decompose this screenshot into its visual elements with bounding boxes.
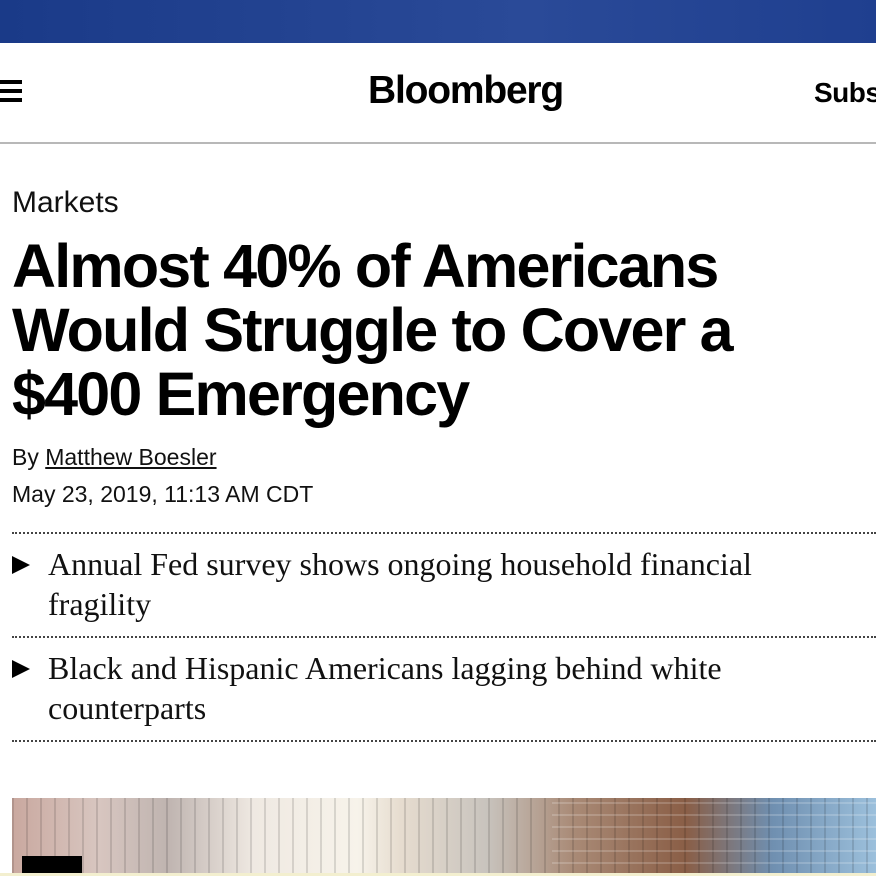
hero-image[interactable]	[12, 798, 876, 876]
section-label[interactable]: Markets	[12, 185, 119, 221]
article-headline: Almost 40% of Americans Would Struggle t…	[12, 232, 734, 428]
hamburger-menu-icon[interactable]	[0, 80, 22, 102]
play-triangle-icon	[12, 556, 30, 574]
play-triangle-icon	[12, 660, 30, 678]
summary-bullet: Annual Fed survey shows ongoing househol…	[12, 534, 876, 638]
byline-prefix: By	[12, 444, 39, 470]
top-banner	[0, 0, 876, 43]
summary-bullet-text: Annual Fed survey shows ongoing househol…	[48, 546, 752, 622]
publish-date: May 23, 2019, 11:13 AM CDT	[12, 481, 314, 507]
byline: By Matthew Boesler	[12, 443, 217, 471]
subscribe-link[interactable]: Subs	[814, 77, 876, 109]
summary-bullets: Annual Fed survey shows ongoing househol…	[12, 532, 876, 742]
site-header: Bloomberg Subs	[0, 43, 876, 144]
hero-image-windows	[552, 798, 876, 876]
summary-bullet-text: Black and Hispanic Americans lagging beh…	[48, 650, 722, 726]
summary-bullet: Black and Hispanic Americans lagging beh…	[12, 638, 876, 742]
bloomberg-logo[interactable]: Bloomberg	[368, 69, 564, 113]
author-link[interactable]: Matthew Boesler	[45, 444, 216, 470]
